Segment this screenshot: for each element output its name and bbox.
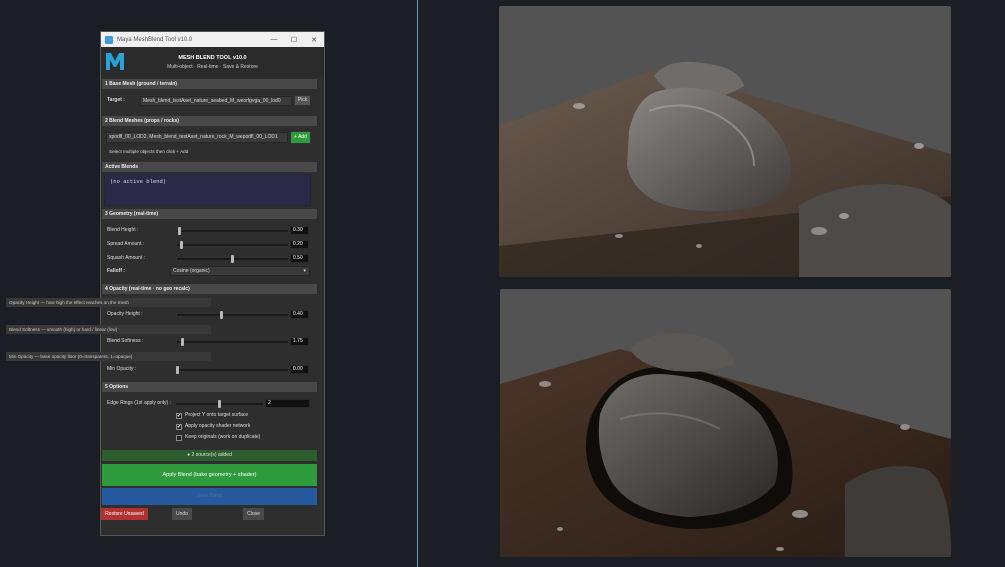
blend-height-value[interactable]: 0.30: [290, 226, 309, 235]
add-button[interactable]: + Add: [290, 131, 311, 144]
rock-scene-render-top: [499, 61, 951, 277]
minimize-button[interactable]: —: [264, 36, 284, 43]
save-blend-button[interactable]: Save Blend: [102, 488, 317, 505]
undo-button[interactable]: Undo: [172, 508, 192, 520]
opacity-height-value[interactable]: 0.40: [290, 310, 309, 319]
blend-height-label: Blend Height :: [107, 227, 139, 233]
opacity-height-hint: Opacity Height — how high the effect rea…: [6, 298, 211, 307]
checkbox-project-y[interactable]: ✔: [176, 413, 182, 419]
apply-blend-button[interactable]: Apply Blend (bake geometry + shader): [102, 464, 317, 486]
squash-slider[interactable]: [231, 255, 234, 263]
blend-height-track[interactable]: [177, 230, 288, 232]
falloff-value: Cosine (organic): [173, 268, 210, 274]
blend-hint: Select multiple objects then click + Add: [109, 149, 189, 154]
spread-value[interactable]: 0.20: [290, 240, 309, 249]
rock-scene-render-bottom: [500, 333, 951, 557]
restore-unsaved-button[interactable]: Restore Unsaved: [101, 508, 148, 520]
blend-meshes-field[interactable]: xpodfl_00_LOD2, Mesh_blend_testAset_natu…: [106, 132, 288, 143]
section-geometry: 3 Geometry (real-time): [102, 209, 317, 219]
softness-slider[interactable]: [181, 338, 185, 346]
chevron-down-icon: ▾: [303, 268, 306, 274]
falloff-dropdown[interactable]: Cosine (organic) ▾: [170, 266, 310, 276]
opacity-height-slider[interactable]: [219, 311, 223, 319]
softness-label: Blend Softness :: [107, 338, 144, 344]
status-bar: ● 2 source(s) added: [102, 450, 317, 461]
spread-track[interactable]: [177, 244, 288, 246]
squash-value[interactable]: 0.50: [290, 254, 309, 263]
softness-value[interactable]: 1.75: [290, 337, 309, 346]
keep-originals-label: Keep originals (work on duplicate): [185, 434, 261, 440]
min-opacity-value[interactable]: 0.00: [290, 365, 309, 374]
close-button[interactable]: Close: [243, 508, 264, 520]
min-opacity-slider[interactable]: [175, 366, 179, 374]
viewport-top[interactable]: [499, 6, 951, 277]
panel-divider[interactable]: [417, 0, 418, 567]
tool-header: MESH BLEND TOOL v10.0 Multi-object · Rea…: [101, 47, 324, 77]
title-bar: Maya MeshBlend Tool v10.0 — ☐ ✕: [101, 32, 324, 47]
softness-track[interactable]: [177, 341, 288, 343]
viewport-bottom[interactable]: [500, 289, 951, 557]
target-field[interactable]: Mesh_blend_testAset_nature_seabed_M_weor…: [140, 96, 292, 106]
checkbox-opacity-shader[interactable]: ✔: [176, 424, 182, 430]
pick-button[interactable]: Pick: [294, 95, 311, 106]
spread-slider[interactable]: [179, 241, 183, 249]
check-icon: ✔: [177, 424, 182, 430]
squash-label: Squash Amount :: [107, 255, 146, 261]
tool-title: MESH BLEND TOOL v10.0: [178, 55, 247, 61]
target-label: Target :: [107, 97, 125, 103]
edge-rings-label: Edge Rings (1st apply only) :: [107, 400, 171, 406]
project-y-label: Project Y onto target surface: [185, 412, 249, 418]
maximize-button[interactable]: ☐: [284, 36, 304, 44]
edge-rings-slider[interactable]: [218, 400, 221, 408]
section-options: 5 Options: [102, 382, 317, 392]
active-blends-list[interactable]: (no active blend): [104, 174, 311, 206]
falloff-label: Falloff :: [107, 268, 126, 274]
opacity-height-label: Opacity Height :: [107, 311, 143, 317]
check-icon: ✔: [177, 413, 182, 419]
edge-rings-value[interactable]: 2: [265, 399, 310, 408]
checkbox-keep-originals[interactable]: [176, 435, 182, 441]
section-base-mesh: 1 Base Mesh (ground / terrain): [102, 79, 317, 89]
section-opacity: 4 Opacity (real-time · no geo recalc): [102, 284, 317, 294]
window-title: Maya MeshBlend Tool v10.0: [117, 36, 193, 43]
section-blend-meshes: 2 Blend Meshes (props / rocks): [102, 116, 317, 126]
softness-hint: Blend Softness — smooth (high) or hard /…: [6, 325, 211, 334]
tool-subtitle: Multi-object · Real-time · Save & Restor…: [167, 64, 258, 70]
section-active-blends: Active Blends: [102, 162, 317, 172]
spread-label: Spread Amount :: [107, 241, 145, 247]
close-window-button[interactable]: ✕: [304, 36, 324, 44]
min-opacity-hint: Min Opacity — base opacity floor (0=tran…: [6, 352, 211, 361]
opacity-shader-label: Apply opacity shader network: [185, 423, 251, 429]
min-opacity-label: Min Opacity :: [107, 366, 137, 372]
min-opacity-track[interactable]: [177, 369, 288, 371]
blend-height-slider[interactable]: [177, 227, 181, 235]
opacity-height-track[interactable]: [177, 314, 288, 316]
maya-app-icon: [105, 35, 113, 44]
